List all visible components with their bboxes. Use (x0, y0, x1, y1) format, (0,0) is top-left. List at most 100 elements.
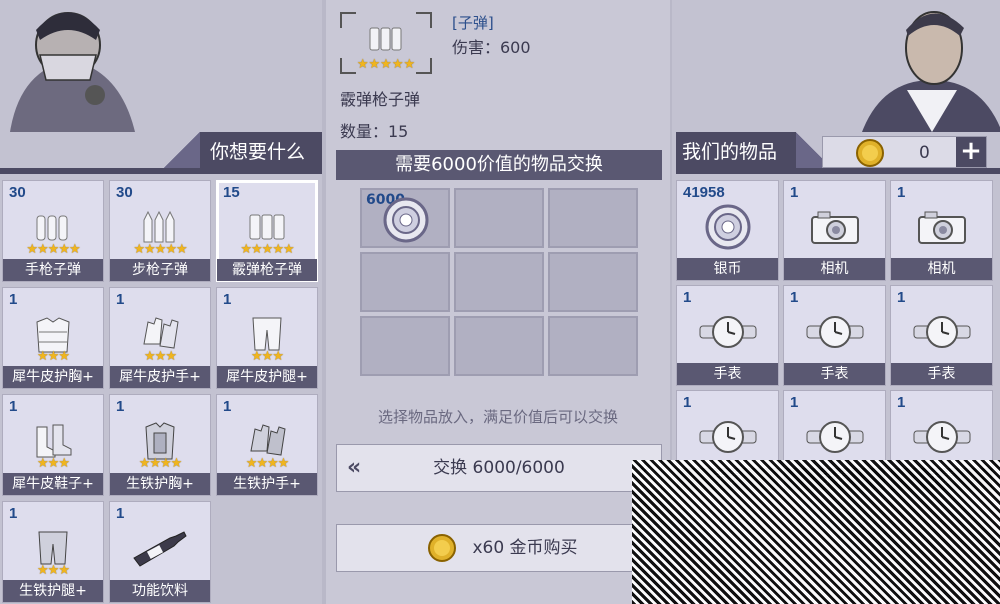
exchange-slot[interactable] (548, 316, 638, 376)
item-quantity: 41958 (683, 184, 725, 201)
exchange-slot[interactable] (454, 316, 544, 376)
left-item-slot[interactable]: 30 ★★★★★ 步枪子弹 (109, 180, 211, 282)
add-gold-button[interactable]: + (956, 137, 986, 167)
item-label: 犀牛皮鞋子+ (3, 473, 103, 495)
item-label: 银币 (677, 258, 778, 280)
item-label: 相机 (891, 258, 992, 280)
noise-overlay (632, 460, 1000, 604)
right-item-slot[interactable]: 41958 银币 (676, 180, 779, 281)
watch-icon (912, 312, 972, 356)
item-label: 犀牛皮护手+ (110, 366, 210, 388)
detail-category: [子弹] (452, 14, 494, 32)
item-label: 犀牛皮护胸+ (3, 366, 103, 388)
exchange-slot[interactable] (548, 188, 638, 248)
item-label: 手表 (784, 363, 885, 385)
camera-icon (915, 207, 969, 251)
exchange-panel: ★★★★★ [子弹] 伤害：600 霰弹枪子弹 数量：15 需要6000价值的物… (326, 0, 670, 604)
our-items-header: 我们的物品 (676, 132, 796, 172)
item-label: 霰弹枪子弹 (217, 259, 317, 281)
left-item-slot[interactable]: 1 ★★★ 犀牛皮护胸+ (2, 287, 104, 389)
exchange-slot[interactable] (454, 188, 544, 248)
watch-icon (698, 312, 758, 356)
item-quantity: 30 (9, 184, 26, 201)
item-quantity: 30 (116, 184, 133, 201)
exchange-slot[interactable] (548, 252, 638, 312)
item-quantity: 1 (9, 398, 18, 415)
left-item-slot[interactable]: 1 ★★★★ 生铁护手+ (216, 394, 318, 496)
item-quantity: 1 (9, 291, 18, 308)
item-quantity: 1 (683, 394, 692, 411)
item-label: 犀牛皮护腿+ (217, 366, 317, 388)
item-quantity: 1 (116, 291, 125, 308)
item-quantity: 1 (9, 505, 18, 522)
exchange-button[interactable]: « 交换 6000/6000 » (336, 444, 662, 492)
header-underline (0, 168, 322, 174)
shotgun-shells-icon (369, 27, 402, 51)
chevron-left-icon: « (347, 455, 362, 480)
item-quantity: 1 (116, 505, 125, 522)
detail-name: 霰弹枪子弹 (340, 90, 421, 109)
item-label: 生铁护胸+ (110, 473, 210, 495)
item-label: 手枪子弹 (3, 259, 103, 281)
want-title: 你想要什么 (210, 141, 306, 163)
right-item-slot[interactable]: 1 手表 (676, 285, 779, 386)
exchange-slot[interactable]: 6000 (360, 188, 450, 248)
silver-coin-icon (383, 197, 429, 243)
item-quantity: 1 (897, 289, 906, 306)
watch-icon (698, 417, 758, 461)
trader-portrait (0, 0, 140, 132)
item-stars: ★★★ (37, 563, 70, 578)
selected-item-frame: ★★★★★ (340, 12, 432, 74)
item-label: 功能饮料 (110, 580, 210, 602)
right-item-slot[interactable]: 1 相机 (783, 180, 886, 281)
gold-coin-icon (856, 139, 884, 167)
left-item-slot[interactable]: 1 ★★★ 犀牛皮护腿+ (216, 287, 318, 389)
want-item-grid: 30 ★★★★★ 手枪子弹 30 ★★★★★ 步枪子弹 15 ★★★★★ 霰弹枪子弹 1 ★★★ 犀牛… (2, 180, 318, 603)
exchange-slot[interactable] (360, 252, 450, 312)
left-item-slot[interactable]: 15 ★★★★★ 霰弹枪子弹 (216, 180, 318, 282)
our-item-grid: 41958银币1相机1相机1手表1手表1手表1手表1手表1手表 (676, 180, 993, 491)
item-quantity: 1 (116, 398, 125, 415)
gold-amount: 0 (919, 143, 930, 163)
gold-counter: 0 + (822, 136, 987, 168)
want-header: 你想要什么 (190, 132, 322, 172)
player-portrait (862, 0, 1000, 132)
camera-icon (808, 207, 862, 251)
gold-coin-icon (428, 534, 456, 562)
left-item-slot[interactable]: 30 ★★★★★ 手枪子弹 (2, 180, 104, 282)
buy-button-label: x60 金币购买 (472, 538, 578, 558)
item-label: 相机 (784, 258, 885, 280)
item-stars: ★★★ (37, 349, 70, 364)
right-item-slot[interactable]: 1 手表 (783, 285, 886, 386)
exchange-slot[interactable] (360, 316, 450, 376)
item-quantity: 1 (790, 184, 799, 201)
detail-stars: ★★★★★ (356, 57, 416, 72)
item-label: 手表 (891, 363, 992, 385)
item-stars: ★★★★★ (240, 242, 294, 257)
right-item-slot[interactable]: 1 相机 (890, 180, 993, 281)
left-item-slot[interactable]: 1 ★★★★ 生铁护胸+ (109, 394, 211, 496)
right-item-slot[interactable]: 1 手表 (890, 285, 993, 386)
item-quantity: 1 (223, 291, 232, 308)
bullets-icon (33, 212, 73, 246)
header-accent (160, 132, 200, 172)
drink-bottle-icon (130, 528, 190, 572)
watch-icon (805, 417, 865, 461)
item-quantity: 1 (790, 289, 799, 306)
item-quantity: 1 (790, 394, 799, 411)
trader-want-panel: 你想要什么 30 ★★★★★ 手枪子弹 30 ★★★★★ 步枪子弹 15 ★★★★★ 霰弹枪子弹… (0, 0, 322, 604)
watch-icon (912, 417, 972, 461)
item-stars: ★★★★★ (26, 242, 80, 257)
left-item-slot[interactable]: 1 ★★★ 犀牛皮护手+ (109, 287, 211, 389)
watch-icon (805, 312, 865, 356)
exchange-button-label: 交换 6000/6000 (433, 458, 565, 478)
item-stars: ★★★ (144, 349, 177, 364)
item-quantity: 1 (897, 184, 906, 201)
left-item-slot[interactable]: 1 ★★★ 生铁护腿+ (2, 501, 104, 603)
left-item-slot[interactable]: 1 功能饮料 (109, 501, 211, 603)
item-label: 生铁护手+ (217, 473, 317, 495)
exchange-slot[interactable] (454, 252, 544, 312)
buy-button[interactable]: x60 金币购买 (336, 524, 662, 572)
item-quantity: 15 (223, 184, 240, 201)
left-item-slot[interactable]: 1 ★★★ 犀牛皮鞋子+ (2, 394, 104, 496)
